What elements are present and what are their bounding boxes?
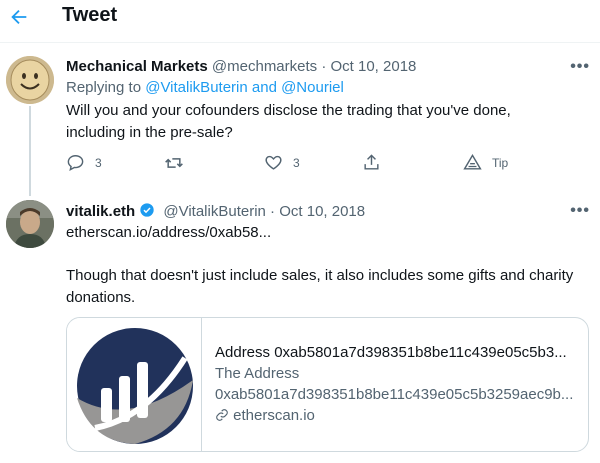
tweet1-reply-to: Replying to @VitalikButerin and @Nouriel [66,79,344,96]
card-description: 0xab5801a7d398351b8be11c439e05c5b3259aec… [215,386,574,403]
tweet2-header: vitalik.eth @VitalikButerin · Oct 10, 20… [66,202,365,220]
card-title: Address 0xab5801a7d398351b8be11c439e05c5… [215,344,567,361]
share-icon [364,154,379,170]
header-divider [0,42,600,43]
tweet1-date[interactable]: Oct 10, 2018 [331,58,417,75]
back-button[interactable] [4,2,34,32]
arrow-left-icon [11,9,27,25]
tip-icon [463,153,482,170]
tweet2-text-line: donations. [66,289,136,306]
card-domain-text: etherscan.io [233,407,315,424]
verified-badge-icon [140,203,154,217]
tweet2-text-line: Though that doesn't just include sales, … [66,267,574,284]
tweet2-more-button[interactable]: ••• [570,202,590,220]
share-action[interactable] [362,153,381,172]
tweet1-more-button[interactable]: ••• [570,58,590,76]
reply-count: 3 [95,155,102,170]
avatar-mechanical-markets[interactable] [6,56,54,104]
tip-label: Tip [492,155,509,170]
tweet2-separator: · [270,203,276,220]
tweet1-text-line: Will you and your cofounders disclose th… [66,102,511,119]
tweet1-author-handle[interactable]: @mechmarkets [212,58,317,75]
tweet2-text: Though that doesn't just include sales, … [66,265,573,309]
tweet1-separator: · [321,58,327,75]
smiley-avatar-icon [6,56,54,104]
like-action[interactable]: 3 [264,153,300,172]
tweet2-link[interactable]: etherscan.io/address/0xab58... [66,222,271,244]
link-icon [216,409,228,421]
like-count: 3 [293,155,300,170]
tweet1-text-line: including in the pre-sale? [66,124,233,141]
reply-prefix: Replying to [66,79,142,96]
reply-users-link[interactable]: @VitalikButerin and @Nouriel [145,79,344,96]
etherscan-logo-icon [67,318,202,451]
avatar-vitalik[interactable] [6,200,54,248]
tweet1-header: Mechanical Markets @mechmarkets · Oct 10… [66,58,416,75]
page-title: Tweet [62,4,118,26]
link-preview-card[interactable]: Address 0xab5801a7d398351b8be11c439e05c5… [66,317,589,452]
heart-icon [265,155,282,170]
tweet2-author-handle[interactable]: @VitalikButerin [163,203,266,220]
thread-connector [29,106,31,196]
retweet-icon [165,158,183,168]
tweet1-actions: 3 3 Tip [66,153,536,177]
card-domain: etherscan.io [215,405,580,426]
reply-action[interactable]: 3 [66,153,102,172]
tweet1-text: Will you and your cofounders disclose th… [66,100,511,144]
link-preview-text: Address 0xab5801a7d398351b8be11c439e05c5… [215,342,580,426]
reply-icon [67,155,84,171]
retweet-action[interactable] [164,153,184,173]
tweet2-date[interactable]: Oct 10, 2018 [279,203,365,220]
top-bar: Tweet [0,0,600,40]
card-description: The Address [215,365,300,382]
tweet2-author-name[interactable]: vitalik.eth [66,203,135,220]
tweet1-author-name[interactable]: Mechanical Markets [66,58,208,75]
person-photo-icon [6,200,54,248]
tip-action[interactable]: Tip [463,153,508,172]
